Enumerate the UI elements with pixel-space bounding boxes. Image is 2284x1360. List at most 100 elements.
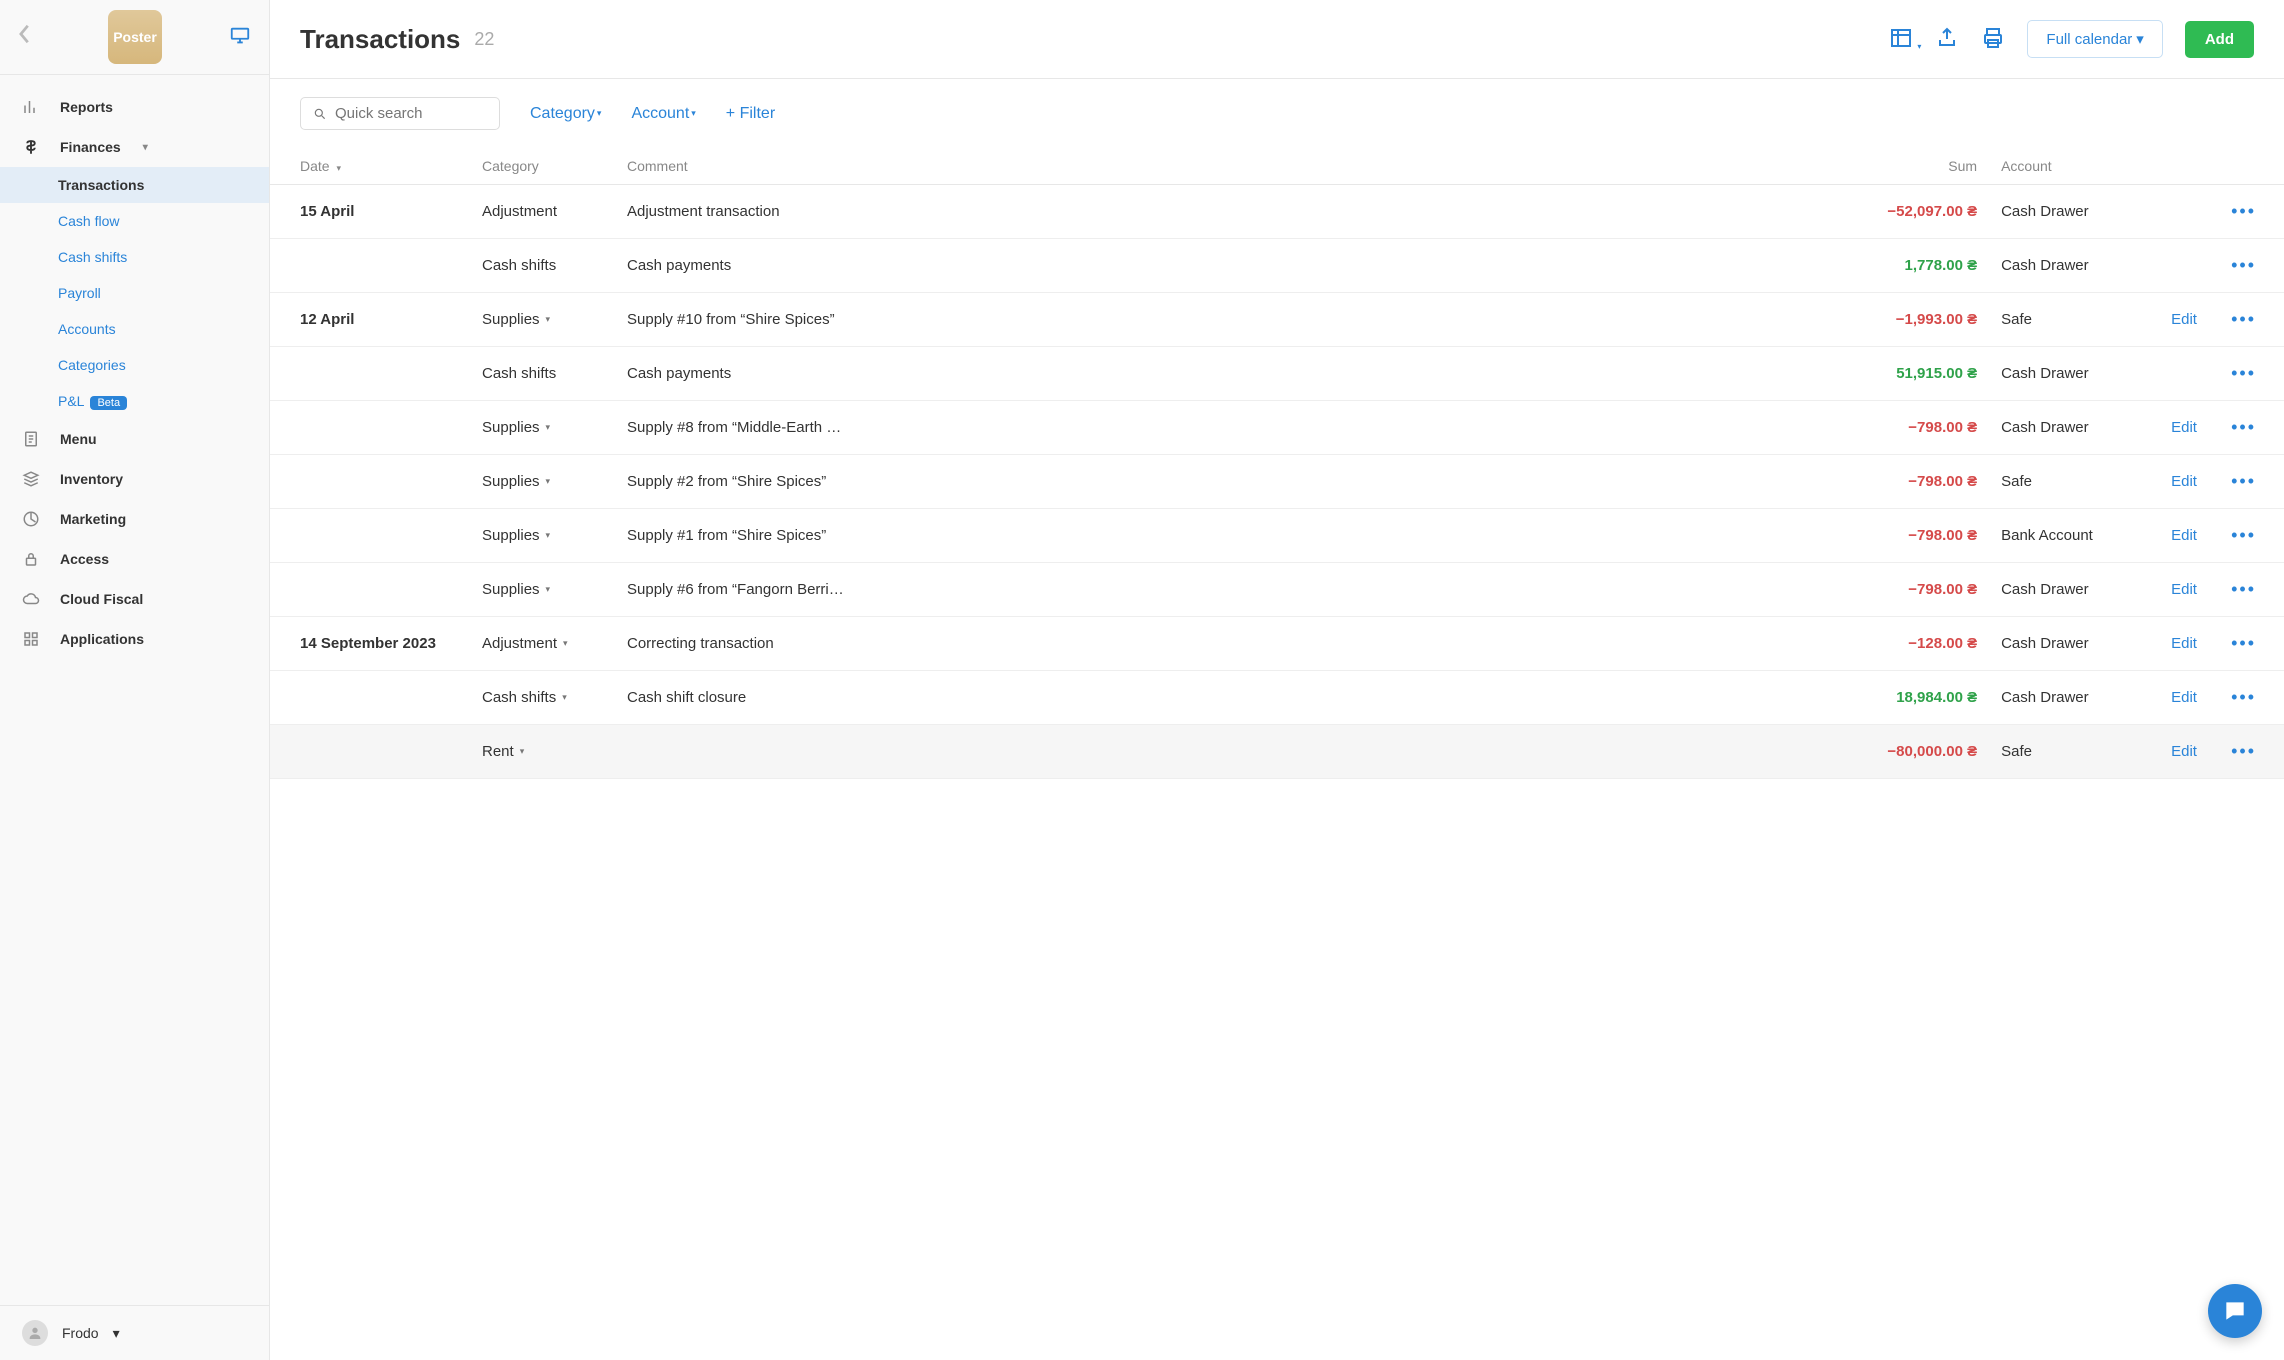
more-icon[interactable]: ••• xyxy=(2231,255,2256,275)
cell-edit[interactable]: Edit xyxy=(2159,671,2219,725)
edit-link[interactable]: Edit xyxy=(2171,581,2197,598)
back-icon[interactable] xyxy=(18,23,32,51)
cell-edit[interactable]: Edit xyxy=(2159,455,2219,509)
nav-item-finances[interactable]: Finances▾ xyxy=(0,127,269,167)
nav-item-applications[interactable]: Applications xyxy=(0,619,269,659)
table-row[interactable]: Cash shiftsCash payments1,778.00 ₴Cash D… xyxy=(270,239,2284,293)
display-icon[interactable] xyxy=(229,25,251,50)
cell-edit[interactable]: Edit xyxy=(2159,617,2219,671)
table-row[interactable]: Supplies▾Supply #6 from “Fangorn Berri…−… xyxy=(270,563,2284,617)
edit-link[interactable]: Edit xyxy=(2171,311,2197,328)
th-category[interactable]: Category xyxy=(470,148,615,185)
more-icon[interactable]: ••• xyxy=(2231,201,2256,221)
nav-item-menu[interactable]: Menu xyxy=(0,419,269,459)
subnav-item-categories[interactable]: Categories xyxy=(0,347,269,383)
cell-edit xyxy=(2159,185,2219,239)
subnav-item-cash-flow[interactable]: Cash flow xyxy=(0,203,269,239)
cell-category[interactable]: Supplies▾ xyxy=(470,509,615,563)
add-button[interactable]: Add xyxy=(2185,21,2254,58)
edit-link[interactable]: Edit xyxy=(2171,689,2197,706)
th-comment[interactable]: Comment xyxy=(615,148,1849,185)
more-icon[interactable]: ••• xyxy=(2231,471,2256,491)
table-row[interactable]: Cash shifts▾Cash shift closure18,984.00 … xyxy=(270,671,2284,725)
nav-label: Applications xyxy=(60,631,144,647)
chat-bubble[interactable] xyxy=(2208,1284,2262,1338)
cell-category[interactable]: Cash shifts▾ xyxy=(470,671,615,725)
logo[interactable]: Poster xyxy=(108,10,162,64)
table-row[interactable]: Rent▾−80,000.00 ₴SafeEdit••• xyxy=(270,725,2284,779)
add-filter[interactable]: + Filter xyxy=(726,105,775,123)
subnav-finances: TransactionsCash flowCash shiftsPayrollA… xyxy=(0,167,269,419)
cell-category[interactable]: Supplies▾ xyxy=(470,455,615,509)
nav-item-cloud-fiscal[interactable]: Cloud Fiscal xyxy=(0,579,269,619)
more-icon[interactable]: ••• xyxy=(2231,741,2256,761)
sidebar-user[interactable]: Frodo ▾ xyxy=(0,1305,269,1360)
cell-edit[interactable]: Edit xyxy=(2159,563,2219,617)
cell-comment xyxy=(615,725,1849,779)
th-account[interactable]: Account xyxy=(1989,148,2159,185)
table-row[interactable]: 15 AprilAdjustmentAdjustment transaction… xyxy=(270,185,2284,239)
cell-category[interactable]: Supplies▾ xyxy=(470,293,615,347)
calendar-button[interactable]: Full calendar ▾ xyxy=(2027,20,2162,58)
more-icon[interactable]: ••• xyxy=(2231,579,2256,599)
edit-link[interactable]: Edit xyxy=(2171,419,2197,436)
account-filter[interactable]: Account ▾ xyxy=(631,105,695,123)
cell-date xyxy=(270,563,470,617)
cell-edit[interactable]: Edit xyxy=(2159,725,2219,779)
nav-item-marketing[interactable]: Marketing xyxy=(0,499,269,539)
columns-icon[interactable]: ▾ xyxy=(1889,26,1913,53)
nav-item-inventory[interactable]: Inventory xyxy=(0,459,269,499)
edit-link[interactable]: Edit xyxy=(2171,527,2197,544)
cell-account: Bank Account xyxy=(1989,509,2159,563)
cell-category[interactable]: Supplies▾ xyxy=(470,563,615,617)
export-icon[interactable] xyxy=(1935,26,1959,53)
subnav-item-payroll[interactable]: Payroll xyxy=(0,275,269,311)
cell-comment: Supply #8 from “Middle-Earth … xyxy=(615,401,1849,455)
cell-date xyxy=(270,509,470,563)
subnav-item-cash-shifts[interactable]: Cash shifts xyxy=(0,239,269,275)
cell-edit[interactable]: Edit xyxy=(2159,401,2219,455)
category-filter-label: Category xyxy=(530,105,595,123)
cell-comment: Supply #1 from “Shire Spices” xyxy=(615,509,1849,563)
cell-edit xyxy=(2159,239,2219,293)
table-row[interactable]: Cash shiftsCash payments51,915.00 ₴Cash … xyxy=(270,347,2284,401)
more-icon[interactable]: ••• xyxy=(2231,363,2256,383)
nav-item-reports[interactable]: Reports xyxy=(0,87,269,127)
cell-category[interactable]: Supplies▾ xyxy=(470,401,615,455)
print-icon[interactable] xyxy=(1981,26,2005,53)
cell-date: 12 April xyxy=(270,293,470,347)
cell-category[interactable]: Adjustment▾ xyxy=(470,617,615,671)
cell-comment: Adjustment transaction xyxy=(615,185,1849,239)
cell-edit[interactable]: Edit xyxy=(2159,509,2219,563)
table-row[interactable]: 12 AprilSupplies▾Supply #10 from “Shire … xyxy=(270,293,2284,347)
more-icon[interactable]: ••• xyxy=(2231,417,2256,437)
table-row[interactable]: Supplies▾Supply #2 from “Shire Spices”−7… xyxy=(270,455,2284,509)
subnav-item-accounts[interactable]: Accounts xyxy=(0,311,269,347)
more-icon[interactable]: ••• xyxy=(2231,687,2256,707)
cell-date xyxy=(270,347,470,401)
th-sum[interactable]: Sum xyxy=(1849,148,1989,185)
table-row[interactable]: Supplies▾Supply #8 from “Middle-Earth …−… xyxy=(270,401,2284,455)
more-icon[interactable]: ••• xyxy=(2231,309,2256,329)
more-icon[interactable]: ••• xyxy=(2231,525,2256,545)
search-input[interactable] xyxy=(335,105,487,122)
th-date[interactable]: Date ▾ xyxy=(270,148,470,185)
cell-edit[interactable]: Edit xyxy=(2159,293,2219,347)
table-row[interactable]: Supplies▾Supply #1 from “Shire Spices”−7… xyxy=(270,509,2284,563)
cell-category: Cash shifts xyxy=(470,347,615,401)
subnav-item-transactions[interactable]: Transactions xyxy=(0,167,269,203)
edit-link[interactable]: Edit xyxy=(2171,635,2197,652)
cell-category[interactable]: Rent▾ xyxy=(470,725,615,779)
inventory-icon xyxy=(22,470,42,488)
cell-account: Cash Drawer xyxy=(1989,239,2159,293)
edit-link[interactable]: Edit xyxy=(2171,473,2197,490)
nav-label: Inventory xyxy=(60,471,123,487)
cell-comment: Cash payments xyxy=(615,347,1849,401)
nav-item-access[interactable]: Access xyxy=(0,539,269,579)
edit-link[interactable]: Edit xyxy=(2171,743,2197,760)
search-input-wrap[interactable] xyxy=(300,97,500,130)
more-icon[interactable]: ••• xyxy=(2231,633,2256,653)
table-row[interactable]: 14 September 2023Adjustment▾Correcting t… xyxy=(270,617,2284,671)
subnav-item-p-l[interactable]: P&LBeta xyxy=(0,383,269,419)
category-filter[interactable]: Category ▾ xyxy=(530,105,601,123)
